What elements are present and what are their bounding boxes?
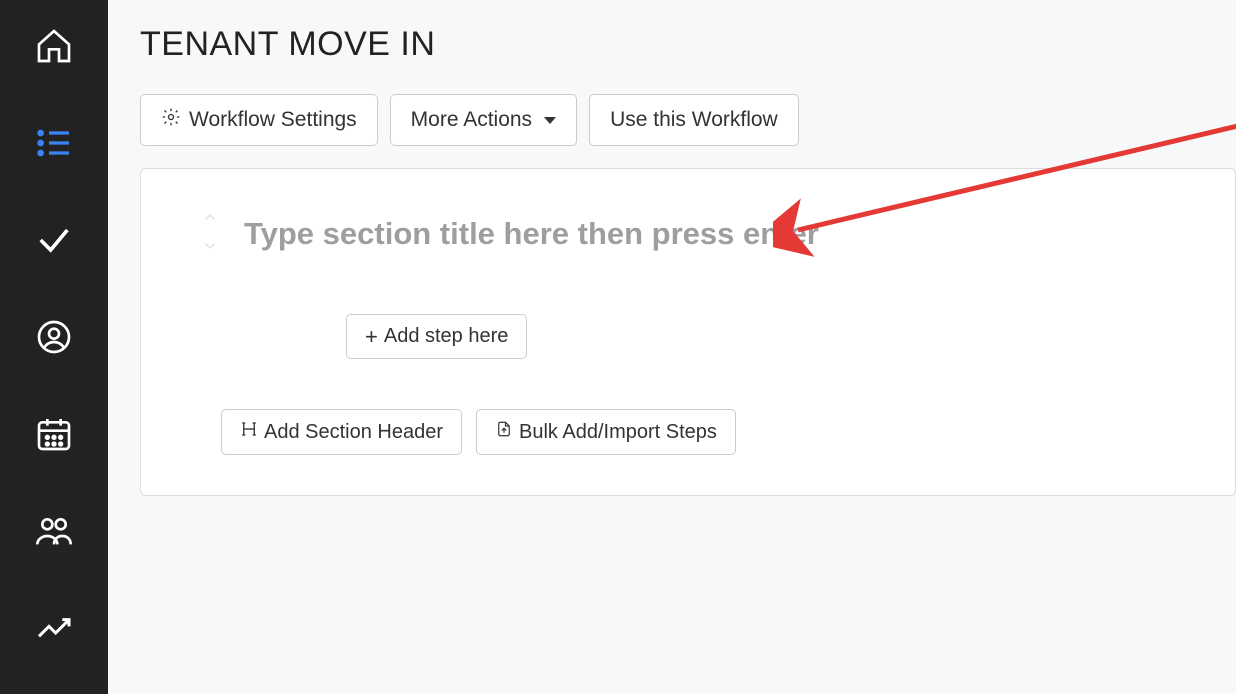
more-actions-label: More Actions: [411, 108, 532, 132]
workflow-settings-label: Workflow Settings: [189, 108, 357, 132]
add-step-row: + Add step here: [346, 314, 1215, 359]
group-icon: [34, 511, 74, 556]
add-section-header-label: Add Section Header: [264, 421, 443, 444]
user-icon: [34, 317, 74, 362]
use-workflow-label: Use this Workflow: [610, 108, 778, 132]
list-icon: [34, 123, 74, 168]
more-actions-button[interactable]: More Actions: [390, 94, 577, 146]
section-row: [161, 209, 1215, 259]
home-icon: [34, 26, 74, 71]
bulk-import-button[interactable]: Bulk Add/Import Steps: [476, 409, 736, 455]
heading-icon: [240, 420, 258, 444]
use-workflow-button[interactable]: Use this Workflow: [589, 94, 799, 146]
add-step-button[interactable]: + Add step here: [346, 314, 527, 359]
sidebar-item-analytics[interactable]: [0, 582, 108, 679]
check-icon: [34, 220, 74, 265]
workflow-settings-button[interactable]: Workflow Settings: [140, 94, 378, 146]
main-content: TENANT MOVE IN Workflow Settings More Ac…: [108, 0, 1236, 694]
plus-icon: +: [365, 326, 378, 348]
sidebar: [0, 0, 108, 694]
workflow-panel: + Add step here Add Section Header Bulk …: [140, 168, 1236, 496]
calendar-icon: [34, 414, 74, 459]
add-step-label: Add step here: [384, 325, 509, 348]
section-title-input[interactable]: [244, 216, 1215, 252]
panel-footer-buttons: Add Section Header Bulk Add/Import Steps: [221, 409, 1215, 455]
sidebar-item-list[interactable]: [0, 97, 108, 194]
arrow-down-icon: [201, 236, 219, 259]
file-upload-icon: [495, 420, 513, 444]
sidebar-item-calendar[interactable]: [0, 388, 108, 485]
page-title: TENANT MOVE IN: [140, 25, 1236, 64]
gear-icon: [161, 107, 181, 133]
bulk-import-label: Bulk Add/Import Steps: [519, 421, 717, 444]
add-section-header-button[interactable]: Add Section Header: [221, 409, 462, 455]
reorder-handle[interactable]: [201, 209, 219, 259]
sidebar-item-home[interactable]: [0, 0, 108, 97]
analytics-icon: [34, 608, 74, 653]
sidebar-item-check[interactable]: [0, 194, 108, 291]
caret-down-icon: [544, 117, 556, 124]
toolbar: Workflow Settings More Actions Use this …: [140, 94, 1236, 146]
arrow-up-icon: [201, 209, 219, 232]
sidebar-item-group[interactable]: [0, 485, 108, 582]
sidebar-item-user[interactable]: [0, 291, 108, 388]
